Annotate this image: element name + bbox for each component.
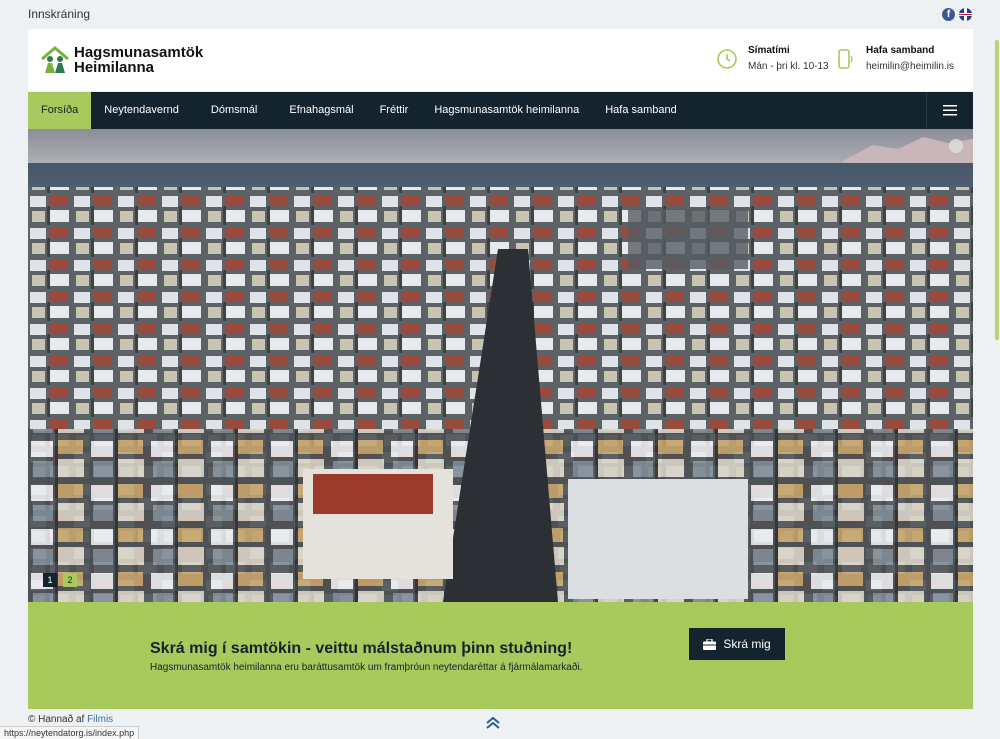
facebook-icon[interactable]: f [942,8,955,21]
hero-slider[interactable]: 1 2 [28,129,973,602]
signup-banner: Skrá mig í samtökin - veittu málstaðnum … [28,602,973,709]
nav-item-efnahagsmal[interactable]: Efnahagsmál [276,92,366,129]
footer-credit: © Hannað af Filmis [28,714,113,725]
top-bar: Innskráning f [0,0,1000,28]
hamburger-menu-icon [943,105,957,116]
footer-credit-text: © Hannað af [28,714,85,725]
contact-info: Hafa samband heimilin@heimilin.is [834,45,954,72]
signup-button[interactable]: Skrá mig [689,628,785,660]
slider-page-2[interactable]: 2 [63,573,77,587]
chevron-up-double-icon[interactable] [485,717,501,729]
social-flags: f [942,8,972,21]
login-link[interactable]: Innskráning [28,7,90,21]
status-url: https://neytendatorg.is/index.php [0,726,140,739]
nav-item-hafa-samband[interactable]: Hafa samband [592,92,690,129]
opening-hours: Símatími Mán - þri kl. 10-13 [716,45,829,72]
clock-icon [717,49,737,69]
nav-item-neytendavernd[interactable]: Neytendavernd [91,92,192,129]
footer-credit-link[interactable]: Filmis [87,714,113,725]
brand-line-2: Heimilanna [74,59,155,76]
slider-indicator-icon[interactable] [949,139,963,153]
logo-icon[interactable] [40,45,70,75]
contact-title: Hafa samband [866,45,935,56]
brand-line-1: Hagsmunasamtök [74,44,204,61]
nav-item-hagsmunasamtok[interactable]: Hagsmunasamtök heimilanna [421,92,592,129]
scroll-thumb[interactable] [995,40,999,340]
slider-page-1[interactable]: 1 [43,573,57,587]
page-scrollbar[interactable] [994,0,1000,738]
hours-value: Mán - þri kl. 10-13 [748,61,829,72]
site-header: Hagsmunasamtök Heimilanna Símatími Mán -… [28,29,973,91]
uk-flag-icon[interactable] [959,8,972,21]
nav-item-forsida[interactable]: Forsíða [28,92,92,129]
phone-icon [838,49,853,69]
hero-city-image [28,129,973,602]
nav-item-domsmal[interactable]: Dómsmál [192,92,276,129]
contact-email[interactable]: heimilin@heimilin.is [866,61,954,72]
hours-title: Símatími [748,45,790,56]
signup-button-label: Skrá mig [723,637,771,651]
brand-name[interactable]: Hagsmunasamtök Heimilanna [74,45,203,75]
hamburger-menu-button[interactable] [926,92,973,129]
nav-item-frettir[interactable]: Fréttir [367,92,422,129]
signup-title: Skrá mig í samtökin - veittu málstaðnum … [150,640,573,657]
signup-subtitle: Hagsmunasamtök heimilanna eru baráttusam… [150,662,583,673]
briefcase-icon [703,638,717,650]
main-nav: Forsíða Neytendavernd Dómsmál Efnahagsmá… [28,92,973,129]
